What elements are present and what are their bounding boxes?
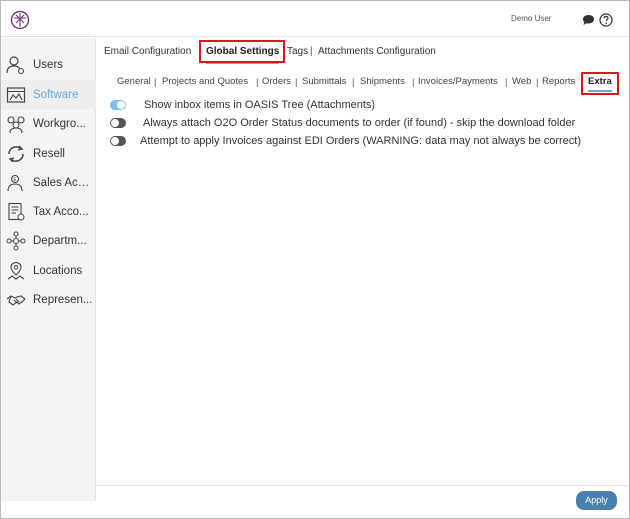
extra-highlight xyxy=(581,72,619,95)
toggle-switch[interactable] xyxy=(110,100,126,110)
sidebar-item-label: Resell xyxy=(33,147,65,160)
sidebar-item-tax-accounts[interactable]: Tax Acco... xyxy=(1,197,96,226)
departments-icon xyxy=(6,231,26,250)
subtab-separator: | xyxy=(295,77,298,88)
apply-button[interactable]: Apply xyxy=(576,491,617,510)
users-icon xyxy=(6,55,25,74)
subtab-separator: | xyxy=(412,77,415,88)
sidebar-item-workgroups[interactable]: Workgro... xyxy=(1,109,96,138)
tab-separator: | xyxy=(310,46,313,57)
subtab-projects-and-quotes[interactable]: Projects and Quotes xyxy=(162,75,248,89)
subtab-separator: | xyxy=(536,77,539,88)
sidebar-item-locations[interactable]: Locations xyxy=(1,256,96,285)
sidebar-item-label: Users xyxy=(33,58,64,71)
subtab-shipments[interactable]: Shipments xyxy=(360,75,405,89)
toggle-knob xyxy=(111,137,119,145)
sidebar-item-label: Locations xyxy=(33,264,83,277)
subtab-submittals[interactable]: Submittals xyxy=(302,75,346,89)
toggle-knob xyxy=(111,119,119,127)
sidebar-item-departments[interactable]: Departm... xyxy=(1,226,96,255)
top-bar: Demo User xyxy=(1,1,628,37)
workgroups-icon xyxy=(7,115,25,133)
svg-text:$: $ xyxy=(13,177,16,183)
subtab-reports[interactable]: Reports xyxy=(542,75,575,89)
sidebar-item-sales-accounts[interactable]: $ Sales Acc... xyxy=(1,168,96,197)
logo-icon[interactable] xyxy=(10,10,30,30)
subtab-general[interactable]: General xyxy=(117,75,151,89)
global-settings-highlight xyxy=(199,40,285,63)
toggle-knob xyxy=(117,101,125,109)
sidebar-item-software[interactable]: Software xyxy=(1,80,96,109)
sidebar-item-label: Tax Acco... xyxy=(33,205,89,218)
sidebar-item-label: Departm... xyxy=(33,234,87,247)
tab-email-configuration[interactable]: Email Configuration xyxy=(104,44,191,60)
representatives-icon xyxy=(6,294,26,306)
sidebar-item-users[interactable]: Users xyxy=(1,50,96,79)
sidebar-item-resell[interactable]: Resell xyxy=(1,139,96,168)
option-label: Always attach O2O Order Status documents… xyxy=(143,117,576,129)
help-icon[interactable] xyxy=(599,13,613,27)
option-label: Attempt to apply Invoices against EDI Or… xyxy=(140,135,581,147)
resell-icon xyxy=(8,145,24,162)
sidebar-item-label: Workgro... xyxy=(33,117,86,130)
user-name[interactable]: Demo User xyxy=(511,14,551,23)
option-label: Show inbox items in OASIS Tree (Attachme… xyxy=(144,99,376,111)
subtab-separator: | xyxy=(352,77,355,88)
tab-tags[interactable]: Tags xyxy=(287,44,308,60)
subtab-separator: | xyxy=(256,77,259,88)
sales-accounts-icon: $ xyxy=(7,174,23,191)
sidebar-item-label: Software xyxy=(33,88,79,101)
sidebar-item-representatives[interactable]: Represen... xyxy=(1,285,96,314)
sidebar: Users Software Workgro... Resell $ Sales… xyxy=(1,38,96,501)
tax-accounts-icon xyxy=(8,202,25,220)
toggle-switch[interactable] xyxy=(110,136,126,146)
software-icon xyxy=(6,86,26,103)
subtab-invoices-payments[interactable]: Invoices/Payments xyxy=(418,75,498,89)
subtab-separator: | xyxy=(154,77,157,88)
tab-attachments-configuration[interactable]: Attachments Configuration xyxy=(318,44,436,60)
toggle-switch[interactable] xyxy=(110,118,126,128)
locations-icon xyxy=(7,261,25,280)
chat-icon[interactable] xyxy=(582,14,595,26)
sidebar-item-label: Represen... xyxy=(33,293,93,306)
subtab-web[interactable]: Web xyxy=(512,75,531,89)
footer-bar xyxy=(96,485,628,517)
subtab-orders[interactable]: Orders xyxy=(262,75,291,89)
sidebar-item-label: Sales Acc... xyxy=(33,176,93,189)
subtab-separator: | xyxy=(505,77,508,88)
